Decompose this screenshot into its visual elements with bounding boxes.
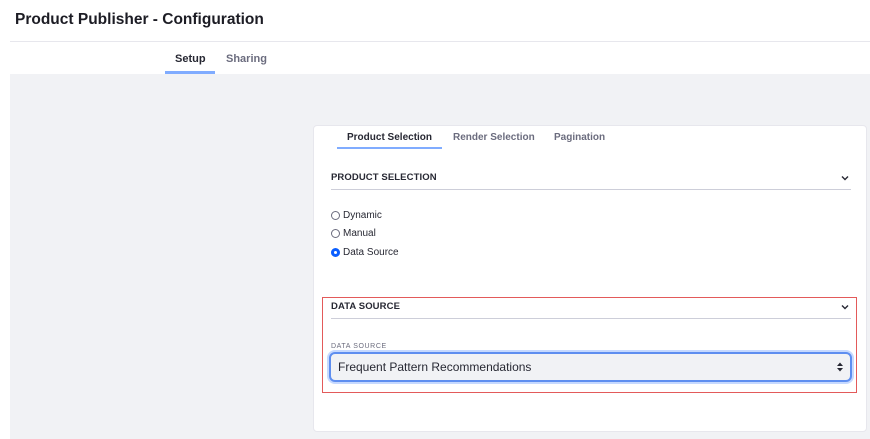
data-source-title: DATA SOURCE xyxy=(331,301,401,312)
tab-setup[interactable]: Setup xyxy=(175,53,206,65)
tab-pagination[interactable]: Pagination xyxy=(554,132,605,143)
chevron-down-icon[interactable] xyxy=(839,172,851,184)
radio-button[interactable] xyxy=(331,210,340,220)
radio-button-checked[interactable] xyxy=(331,247,340,257)
tab-sharing[interactable]: Sharing xyxy=(226,53,267,65)
product-selection-title: PRODUCT SELECTION xyxy=(331,172,437,183)
header-divider xyxy=(10,41,870,42)
chevron-down-icon[interactable] xyxy=(839,301,851,313)
radio-data-source[interactable]: Data Source xyxy=(331,245,399,259)
data-source-header[interactable]: DATA SOURCE xyxy=(331,299,851,319)
tab-render-selection[interactable]: Render Selection xyxy=(453,132,535,143)
data-source-field-label: DATA SOURCE xyxy=(331,343,387,350)
data-source-select[interactable]: Frequent Pattern Recommendations xyxy=(329,352,852,382)
sort-arrows-icon xyxy=(837,362,843,372)
page-title: Product Publisher - Configuration xyxy=(15,11,264,28)
radio-dynamic[interactable]: Dynamic xyxy=(331,208,382,222)
tab-product-selection[interactable]: Product Selection xyxy=(347,132,432,143)
radio-label: Data Source xyxy=(343,246,399,258)
radio-label: Manual xyxy=(343,227,376,239)
configuration-panel: Product Selection Render Selection Pagin… xyxy=(313,125,867,432)
select-value: Frequent Pattern Recommendations xyxy=(338,360,532,374)
product-selection-header[interactable]: PRODUCT SELECTION xyxy=(331,170,851,190)
radio-manual[interactable]: Manual xyxy=(331,226,376,240)
active-subtab-indicator xyxy=(337,147,442,149)
radio-button[interactable] xyxy=(331,228,340,238)
radio-label: Dynamic xyxy=(343,209,382,221)
